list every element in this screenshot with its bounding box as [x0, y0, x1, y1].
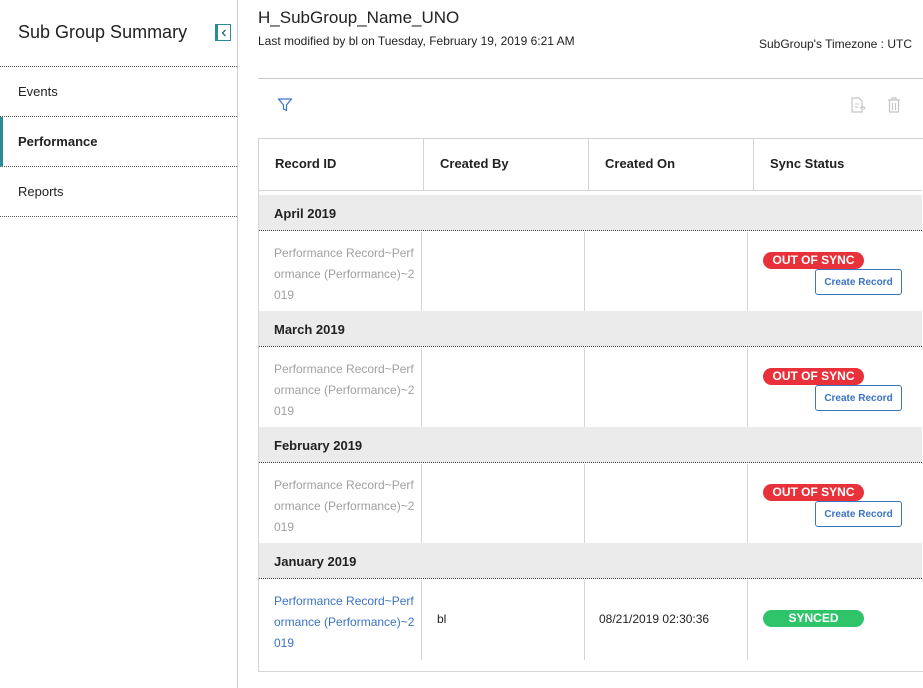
status-badge: OUT OF SYNC	[763, 484, 864, 501]
cell-record-id: Performance Record~Performance (Performa…	[259, 348, 422, 428]
create-record-button[interactable]: Create Record	[815, 269, 902, 295]
group-label: January 2019	[274, 554, 357, 569]
create-record-button[interactable]: Create Record	[815, 385, 902, 411]
table-row: Performance Record~Performance (Performa…	[259, 580, 922, 660]
cell-sync-status: OUT OF SYNC Create Record	[748, 232, 922, 312]
cell-sync-status: OUT OF SYNC Create Record	[748, 348, 922, 428]
group-label: March 2019	[274, 322, 345, 337]
create-record-button[interactable]: Create Record	[815, 501, 902, 527]
chevron-left-icon	[221, 29, 226, 36]
cell-created-by	[422, 232, 585, 312]
sidebar-item-label: Reports	[18, 184, 64, 199]
cell-sync-status: SYNCED	[748, 580, 922, 660]
table-row: Performance Record~Performance (Performa…	[259, 232, 922, 312]
status-badge: SYNCED	[763, 610, 864, 627]
table-header: Record ID Created By Created On Sync Sta…	[259, 139, 922, 191]
group-header: March 2019	[259, 311, 922, 347]
filter-icon[interactable]	[277, 97, 293, 113]
group-header: April 2019	[259, 195, 922, 231]
group-label: April 2019	[274, 206, 337, 221]
cell-record-id: Performance Record~Performance (Performa…	[259, 580, 422, 660]
page-title: H_SubGroup_Name_UNO	[258, 8, 460, 27]
cell-created-on	[585, 464, 748, 544]
cell-created-by	[422, 464, 585, 544]
export-icon	[851, 97, 866, 113]
group-label: February 2019	[274, 438, 363, 453]
cell-sync-status: OUT OF SYNC Create Record	[748, 464, 922, 544]
trash-icon	[888, 97, 900, 113]
sidebar-item-reports[interactable]: Reports	[0, 167, 237, 217]
record-id-text: Performance Record~Performance (Performa…	[274, 362, 415, 418]
group-header: February 2019	[259, 427, 922, 463]
sidebar: Sub Group Summary Events Performance Rep…	[0, 0, 238, 688]
column-header-record-id[interactable]: Record ID	[259, 139, 424, 191]
records-table: Record ID Created By Created On Sync Sta…	[258, 138, 923, 672]
sidebar-item-label: Performance	[18, 134, 98, 149]
timezone-text: SubGroup's Timezone : UTC	[758, 37, 912, 51]
status-badge: OUT OF SYNC	[763, 368, 864, 385]
cell-created-by	[422, 348, 585, 428]
table-row: Performance Record~Performance (Performa…	[259, 348, 922, 428]
group-header: January 2019	[259, 543, 922, 579]
sidebar-item-events[interactable]: Events	[0, 67, 237, 117]
collapse-sidebar-button[interactable]	[215, 24, 231, 41]
column-header-created-on[interactable]: Created On	[589, 139, 754, 191]
sidebar-title: Sub Group Summary	[18, 22, 188, 42]
cell-created-on: 08/21/2019 02:30:36	[585, 580, 748, 660]
column-header-sync-status[interactable]: Sync Status	[754, 139, 922, 191]
cell-record-id: Performance Record~Performance (Performa…	[259, 232, 422, 312]
sidebar-item-label: Events	[18, 84, 58, 99]
status-badge: OUT OF SYNC	[763, 252, 864, 269]
cell-created-on	[585, 232, 748, 312]
record-id-link[interactable]: Performance Record~Performance (Performa…	[274, 591, 416, 654]
last-modified-text: Last modified by bl on Tuesday, February…	[258, 34, 575, 48]
cell-created-on	[585, 348, 748, 428]
cell-record-id: Performance Record~Performance (Performa…	[259, 464, 422, 544]
record-id-text: Performance Record~Performance (Performa…	[274, 246, 415, 302]
created-on-text: 08/21/2019 02:30:36	[599, 612, 710, 626]
table-row: Performance Record~Performance (Performa…	[259, 464, 922, 544]
cell-created-by: bl	[422, 580, 585, 660]
column-header-created-by[interactable]: Created By	[424, 139, 589, 191]
created-by-text: bl	[437, 612, 447, 626]
header-divider	[258, 78, 923, 79]
sidebar-header: Sub Group Summary	[0, 0, 237, 67]
record-id-text: Performance Record~Performance (Performa…	[274, 478, 415, 534]
sidebar-item-performance[interactable]: Performance	[0, 117, 237, 167]
